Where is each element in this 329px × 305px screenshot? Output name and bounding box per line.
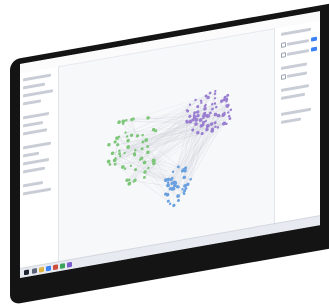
left-sidebar bbox=[20, 66, 59, 269]
graph-node[interactable] bbox=[214, 90, 216, 93]
browser-icon[interactable] bbox=[46, 266, 51, 272]
graph-node[interactable] bbox=[203, 107, 206, 111]
graph-node[interactable] bbox=[119, 155, 121, 158]
option-checkbox[interactable] bbox=[281, 52, 286, 58]
graph-node[interactable] bbox=[172, 170, 174, 173]
graph-node[interactable] bbox=[169, 202, 171, 205]
graph-node[interactable] bbox=[111, 151, 114, 155]
network-graph-canvas[interactable] bbox=[60, 32, 272, 259]
graph-node[interactable] bbox=[204, 104, 206, 107]
sidebar-row[interactable] bbox=[23, 142, 51, 150]
graph-node[interactable] bbox=[141, 140, 144, 143]
sidebar-row[interactable] bbox=[23, 181, 43, 188]
panel-row bbox=[281, 108, 311, 116]
graph-node[interactable] bbox=[166, 183, 170, 187]
option-checkbox[interactable] bbox=[281, 74, 286, 80]
blue-toggle[interactable] bbox=[311, 37, 317, 42]
photo-scene bbox=[0, 0, 329, 280]
graph-node[interactable] bbox=[127, 182, 131, 186]
graph-node[interactable] bbox=[114, 163, 117, 166]
sidebar-row[interactable] bbox=[23, 99, 41, 105]
app-icon[interactable] bbox=[67, 262, 72, 268]
panel-row bbox=[281, 117, 301, 124]
panel-row bbox=[281, 84, 309, 92]
graph-edge bbox=[128, 132, 174, 197]
graph-node[interactable] bbox=[117, 120, 121, 124]
sidebar-row[interactable] bbox=[23, 121, 43, 128]
graph-node[interactable] bbox=[189, 178, 192, 181]
panel-row bbox=[287, 39, 309, 46]
graph-node[interactable] bbox=[209, 91, 212, 94]
right-properties-panel bbox=[274, 20, 320, 224]
folder-icon[interactable] bbox=[39, 267, 44, 273]
graph-node[interactable] bbox=[116, 143, 119, 147]
graph-node[interactable] bbox=[230, 108, 233, 111]
panel-row bbox=[287, 49, 309, 56]
graph-edge bbox=[144, 124, 211, 177]
graph-node[interactable] bbox=[214, 102, 217, 105]
sidebar-row[interactable] bbox=[23, 112, 49, 120]
graph-node[interactable] bbox=[226, 94, 229, 97]
blue-toggle[interactable] bbox=[311, 47, 317, 52]
sidebar-row[interactable] bbox=[23, 128, 47, 135]
graph-node[interactable] bbox=[210, 122, 213, 126]
graph-node[interactable] bbox=[121, 119, 125, 123]
graph-node[interactable] bbox=[143, 176, 146, 179]
graph-node[interactable] bbox=[109, 163, 112, 166]
graph-node[interactable] bbox=[194, 99, 196, 102]
graph-node[interactable] bbox=[146, 116, 149, 120]
app-icon[interactable] bbox=[53, 264, 58, 270]
panel-row bbox=[281, 93, 305, 100]
graph-node[interactable] bbox=[181, 188, 183, 191]
sidebar-row[interactable] bbox=[23, 83, 45, 90]
graph-node[interactable] bbox=[227, 103, 230, 107]
sidebar-row[interactable] bbox=[23, 167, 45, 174]
graph-node[interactable] bbox=[130, 165, 132, 168]
graph-node[interactable] bbox=[136, 134, 139, 138]
app-icon[interactable] bbox=[32, 268, 37, 274]
graph-node[interactable] bbox=[114, 140, 117, 144]
sidebar-row[interactable] bbox=[23, 89, 53, 97]
graph-edge bbox=[115, 150, 174, 215]
graph-node[interactable] bbox=[227, 111, 229, 114]
start-icon[interactable] bbox=[24, 269, 29, 275]
graph-node[interactable] bbox=[146, 150, 150, 154]
graph-node[interactable] bbox=[114, 157, 117, 160]
panel-row bbox=[287, 71, 307, 78]
graph-node[interactable] bbox=[107, 143, 110, 147]
graph-node[interactable] bbox=[107, 159, 111, 163]
sidebar-row[interactable] bbox=[23, 152, 39, 158]
option-checkbox[interactable] bbox=[281, 42, 286, 48]
sidebar-row[interactable] bbox=[23, 158, 49, 166]
graph-node[interactable] bbox=[172, 204, 175, 208]
sidebar-row[interactable] bbox=[23, 74, 51, 82]
panel-row bbox=[281, 28, 311, 36]
graph-node[interactable] bbox=[177, 199, 180, 202]
graph-node[interactable] bbox=[141, 134, 144, 137]
sidebar-row[interactable] bbox=[23, 188, 51, 196]
panel-row bbox=[281, 62, 307, 70]
graph-node[interactable] bbox=[130, 118, 133, 122]
graph-edge bbox=[153, 129, 212, 160]
app-icon[interactable] bbox=[60, 263, 65, 269]
